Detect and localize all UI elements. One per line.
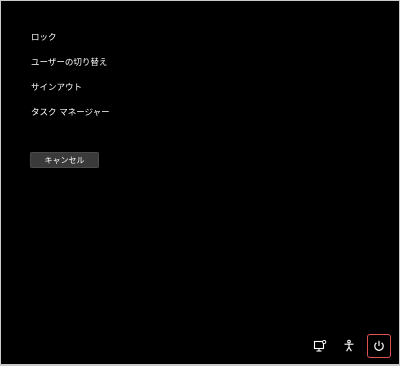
cancel-button[interactable]: キャンセル	[30, 152, 99, 168]
network-button[interactable]	[309, 335, 331, 357]
security-options-menu: ロック ユーザーの切り替え サインアウト タスク マネージャー	[31, 31, 110, 131]
system-tray	[302, 334, 391, 358]
network-icon	[313, 339, 327, 353]
accessibility-button[interactable]	[338, 335, 360, 357]
ctrl-alt-del-screen: ロック ユーザーの切り替え サインアウト タスク マネージャー キャンセル	[1, 1, 399, 364]
accessibility-icon	[342, 339, 356, 353]
power-icon	[372, 339, 386, 353]
power-button[interactable]	[367, 334, 391, 358]
menu-item-switch-user[interactable]: ユーザーの切り替え	[31, 56, 110, 70]
menu-item-lock[interactable]: ロック	[31, 31, 110, 45]
menu-item-sign-out[interactable]: サインアウト	[31, 81, 110, 95]
menu-item-task-manager[interactable]: タスク マネージャー	[31, 106, 110, 120]
